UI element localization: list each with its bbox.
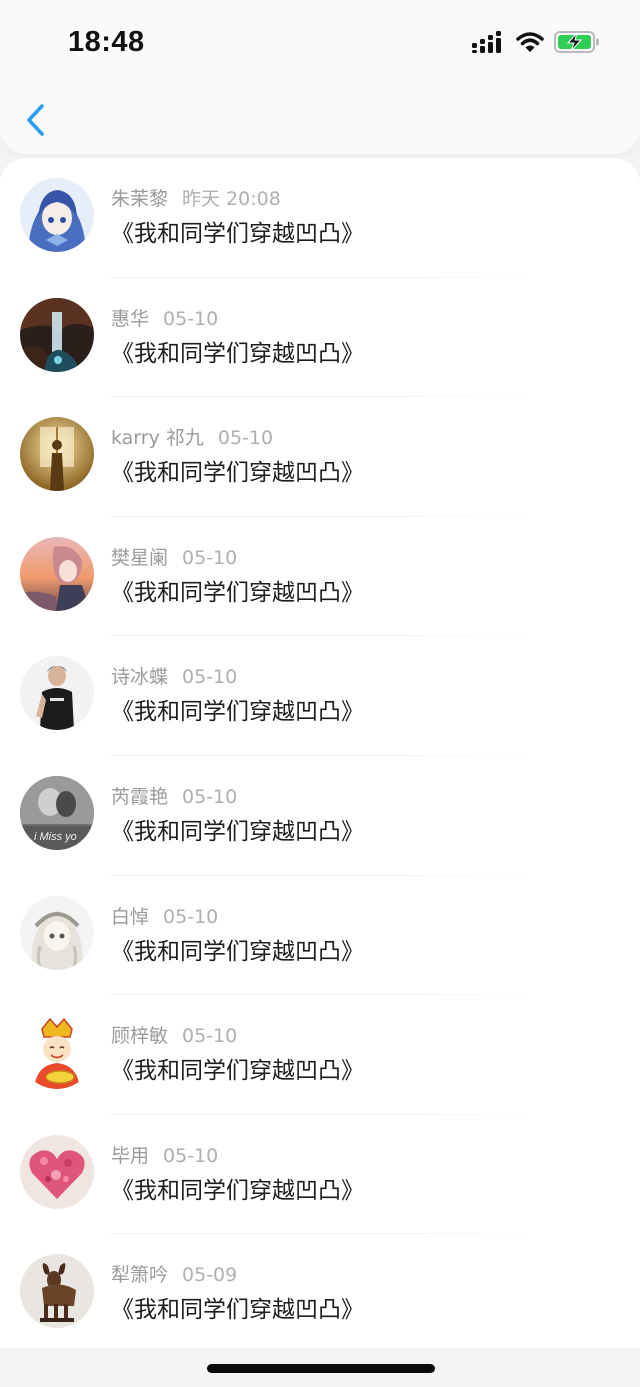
status-time: 18:48 bbox=[68, 26, 145, 58]
list-item[interactable]: 顾梓敏 05-10 《我和同学们穿越凹凸》 bbox=[0, 995, 640, 1115]
user-name[interactable]: karry 祁九 bbox=[111, 427, 204, 449]
comment-list: 朱茉黎 昨天 20:08 《我和同学们穿越凹凸》 惠华 05-10 《我和同学们穿越… bbox=[0, 158, 640, 1348]
list-item[interactable]: karry 祁九 05-10 《我和同学们穿越凹凸》 bbox=[0, 397, 640, 517]
comment-meta: 诗冰蝶 05-10 bbox=[111, 662, 237, 689]
list-item[interactable]: 樊星阑 05-10 《我和同学们穿越凹凸》 bbox=[0, 517, 640, 637]
user-name[interactable]: 毕用 bbox=[111, 1145, 149, 1167]
comment-meta: 朱茉黎 昨天 20:08 bbox=[111, 184, 281, 211]
list-item[interactable]: i Miss yo 芮霞艳 05-10 《我和同学们穿越凹凸》 bbox=[0, 756, 640, 876]
comment-meta: 犁箫吟 05-09 bbox=[111, 1260, 237, 1287]
comment-meta: 樊星阑 05-10 bbox=[111, 543, 237, 570]
list-item[interactable]: 犁箫吟 05-09 《我和同学们穿越凹凸》 bbox=[0, 1234, 640, 1348]
user-name[interactable]: 朱茉黎 bbox=[111, 188, 168, 210]
avatar[interactable] bbox=[20, 656, 94, 731]
list-item[interactable]: 白悼 05-10 《我和同学们穿越凹凸》 bbox=[0, 876, 640, 996]
avatar-caption: i Miss yo bbox=[34, 831, 77, 843]
comment-meta: 惠华 05-10 bbox=[111, 304, 218, 331]
avatar[interactable] bbox=[20, 178, 94, 252]
book-title[interactable]: 《我和同学们穿越凹凸》 bbox=[111, 453, 364, 487]
avatar[interactable] bbox=[20, 1254, 94, 1329]
top-bar: 18:48 bbox=[0, 0, 640, 154]
book-title[interactable]: 《我和同学们穿越凹凸》 bbox=[111, 1290, 364, 1324]
list-item[interactable]: 诗冰蝶 05-10 《我和同学们穿越凹凸》 bbox=[0, 636, 640, 756]
comment-meta: karry 祁九 05-10 bbox=[111, 423, 273, 450]
avatar[interactable] bbox=[20, 895, 94, 970]
list-item[interactable]: 朱茉黎 昨天 20:08 《我和同学们穿越凹凸》 bbox=[0, 158, 640, 278]
back-button[interactable] bbox=[18, 100, 54, 140]
signal-icon bbox=[472, 31, 501, 53]
user-name[interactable]: 樊星阑 bbox=[111, 547, 168, 569]
book-title[interactable]: 《我和同学们穿越凹凸》 bbox=[111, 1171, 364, 1205]
home-indicator[interactable] bbox=[207, 1364, 435, 1373]
book-title[interactable]: 《我和同学们穿越凹凸》 bbox=[111, 692, 364, 726]
comment-time: 05-10 bbox=[163, 905, 219, 928]
book-title[interactable]: 《我和同学们穿越凹凸》 bbox=[111, 334, 364, 368]
user-name[interactable]: 犁箫吟 bbox=[111, 1264, 168, 1286]
user-name[interactable]: 诗冰蝶 bbox=[111, 666, 168, 688]
status-icons bbox=[472, 30, 600, 54]
comment-time: 05-09 bbox=[182, 1264, 238, 1287]
avatar[interactable] bbox=[20, 417, 94, 492]
comment-time: 05-10 bbox=[163, 307, 219, 330]
user-name[interactable]: 顾梓敏 bbox=[111, 1025, 168, 1047]
user-name[interactable]: 惠华 bbox=[111, 308, 149, 330]
battery-charging-icon bbox=[554, 31, 599, 53]
list-item[interactable]: 毕用 05-10 《我和同学们穿越凹凸》 bbox=[0, 1115, 640, 1235]
comment-time: 05-10 bbox=[163, 1144, 219, 1167]
user-name[interactable]: 白悼 bbox=[111, 906, 149, 928]
chevron-left-icon bbox=[27, 104, 44, 136]
comment-time: 05-10 bbox=[182, 546, 238, 569]
book-title[interactable]: 《我和同学们穿越凹凸》 bbox=[111, 1051, 364, 1085]
user-name[interactable]: 芮霞艳 bbox=[111, 786, 168, 808]
avatar[interactable] bbox=[20, 1015, 94, 1090]
list-item[interactable]: 惠华 05-10 《我和同学们穿越凹凸》 bbox=[0, 278, 640, 398]
comment-meta: 顾梓敏 05-10 bbox=[111, 1021, 237, 1048]
avatar[interactable] bbox=[20, 1134, 94, 1209]
comment-time: 05-10 bbox=[217, 427, 274, 450]
comment-time: 05-10 bbox=[182, 1025, 238, 1048]
book-title[interactable]: 《我和同学们穿越凹凸》 bbox=[111, 214, 364, 248]
comment-time: 05-10 bbox=[182, 785, 238, 808]
comment-meta: 芮霞艳 05-10 bbox=[111, 782, 237, 809]
avatar[interactable] bbox=[20, 536, 94, 611]
wifi-icon bbox=[516, 32, 544, 52]
comment-time: 昨天 20:08 bbox=[182, 188, 281, 210]
comment-time: 05-10 bbox=[182, 666, 238, 689]
book-title[interactable]: 《我和同学们穿越凹凸》 bbox=[111, 812, 364, 846]
home-bar-area bbox=[0, 1350, 640, 1387]
comment-meta: 白悼 05-10 bbox=[111, 902, 218, 929]
avatar[interactable]: i Miss yo bbox=[20, 775, 94, 850]
avatar[interactable] bbox=[20, 297, 94, 372]
book-title[interactable]: 《我和同学们穿越凹凸》 bbox=[111, 573, 364, 607]
comment-meta: 毕用 05-10 bbox=[111, 1141, 218, 1168]
book-title[interactable]: 《我和同学们穿越凹凸》 bbox=[111, 932, 364, 966]
